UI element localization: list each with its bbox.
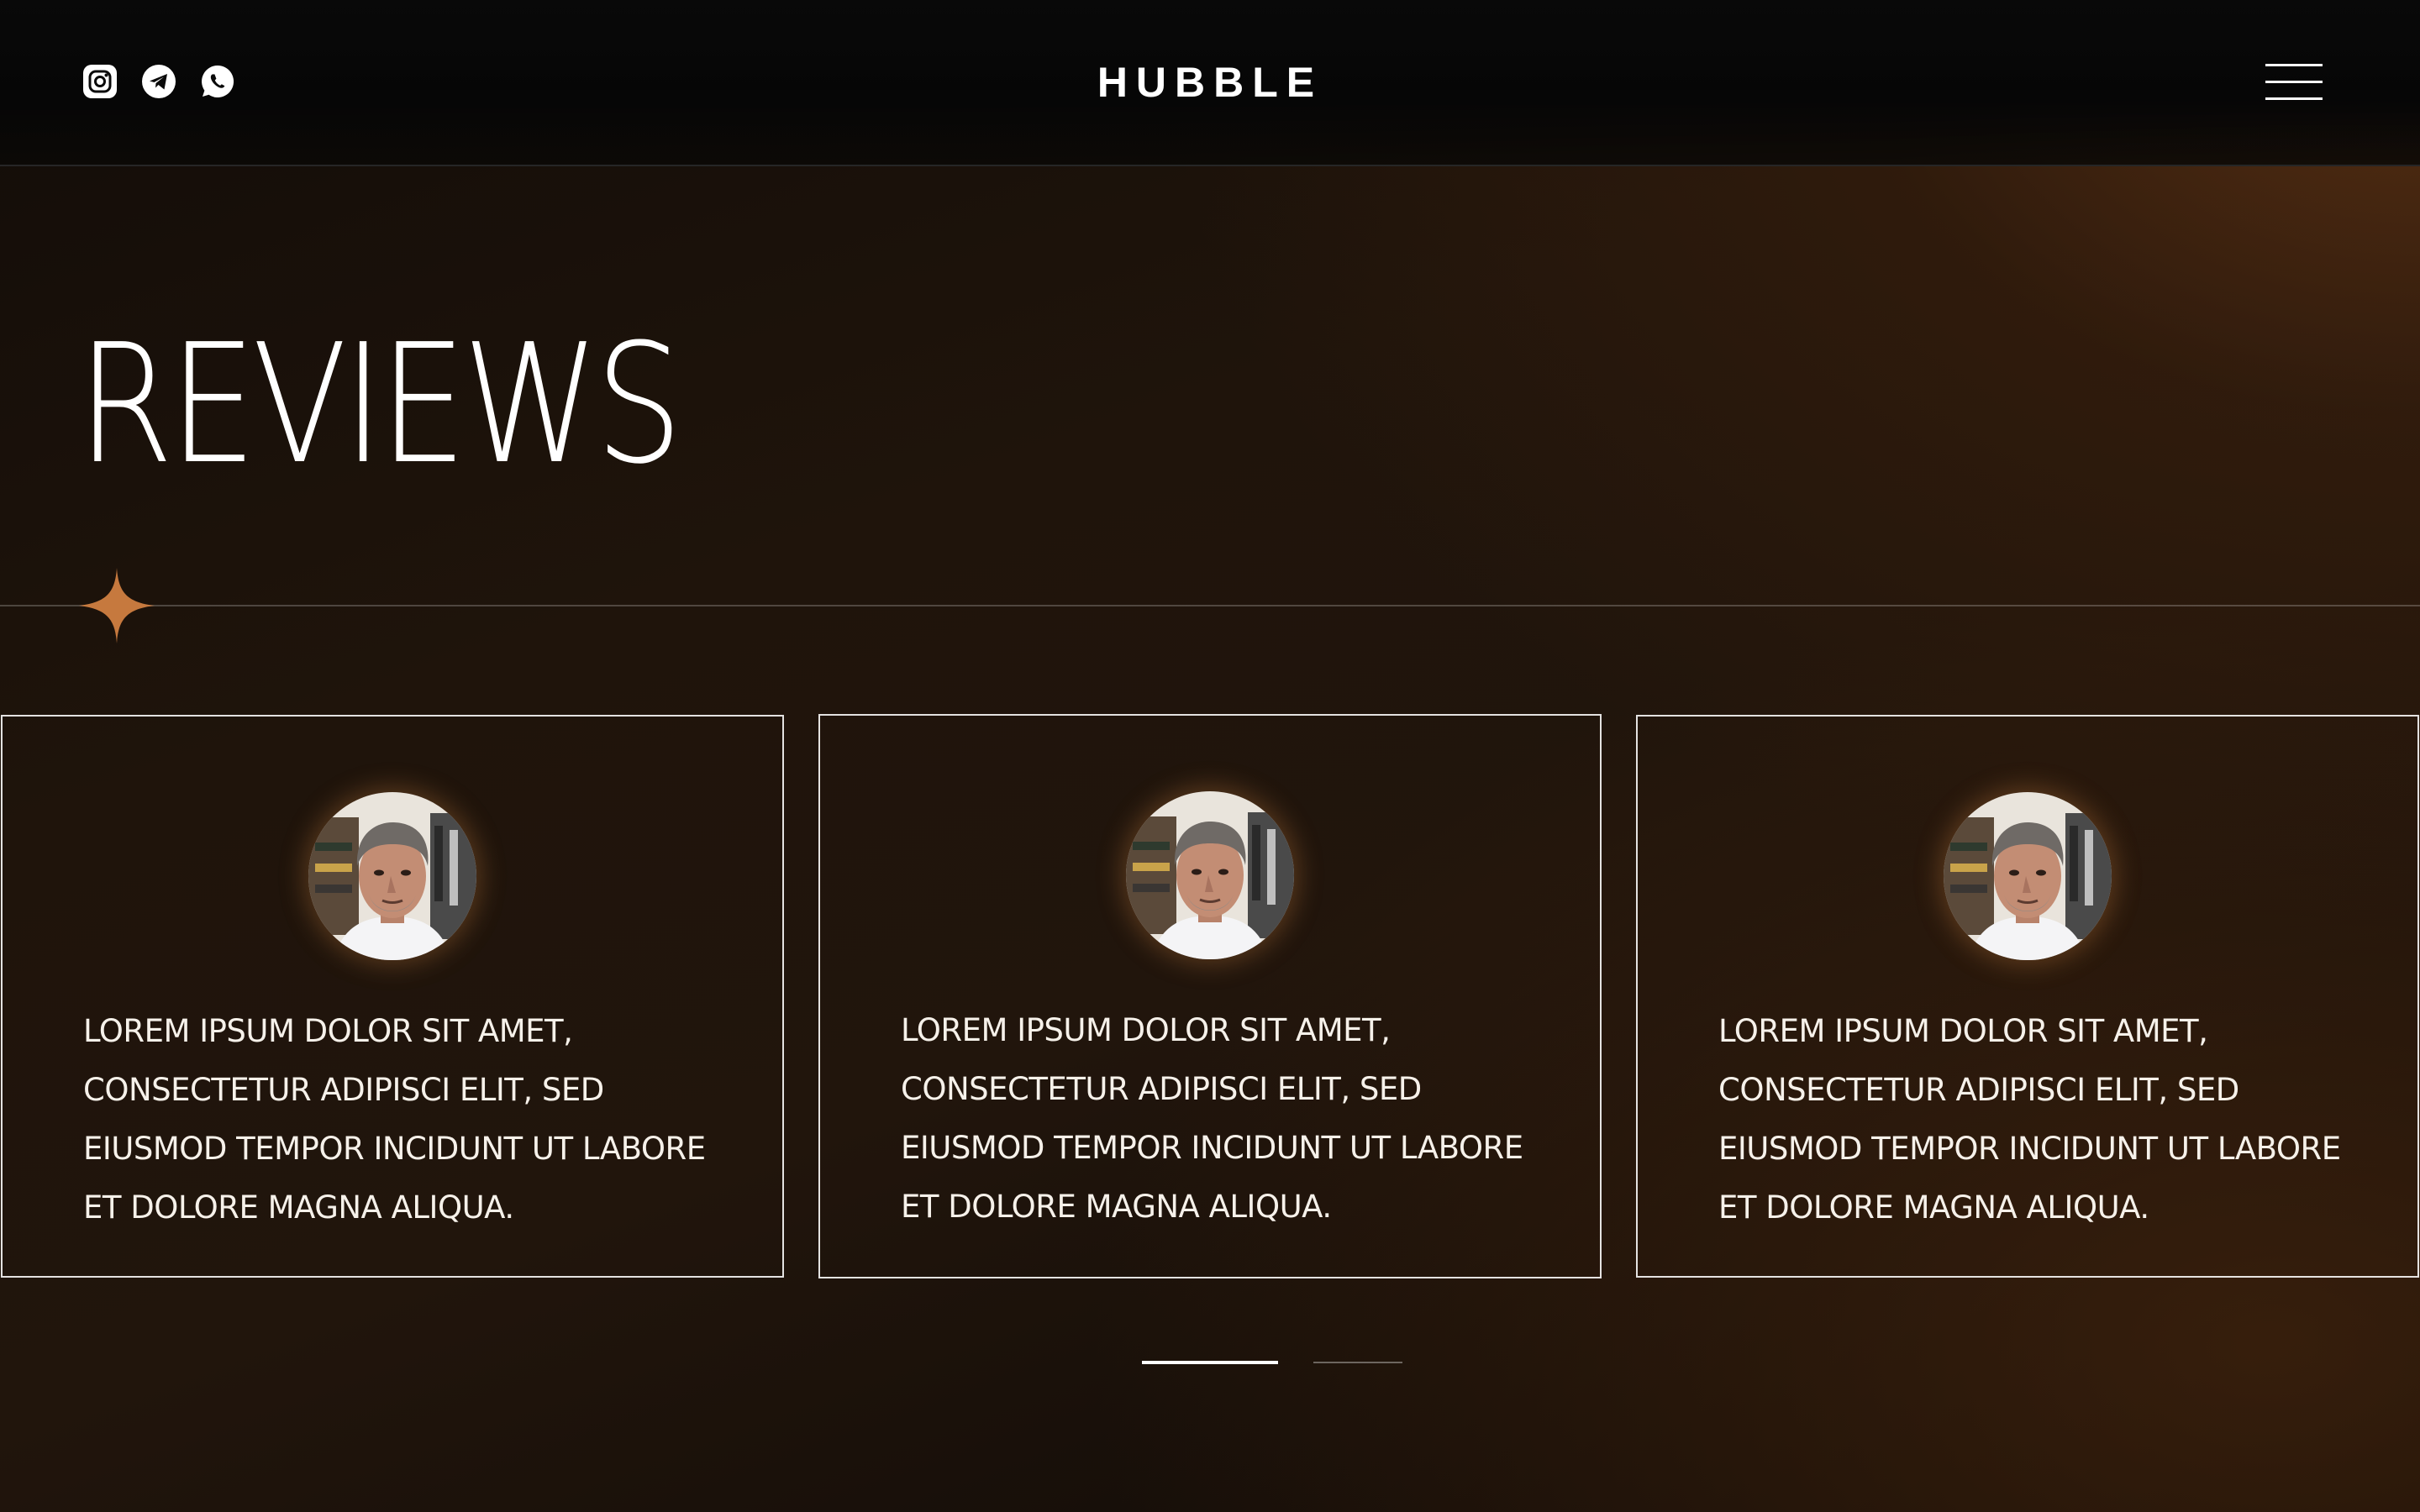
pager-dot-active[interactable] (1142, 1361, 1278, 1364)
reviewer-avatar (1126, 791, 1294, 959)
review-text: LOREM IPSUM DOLOR SIT AMET, CONSECTETUR … (83, 1013, 706, 1226)
pager-dot[interactable] (1313, 1362, 1402, 1363)
reviewer-avatar (308, 792, 476, 960)
site-logo[interactable]: HUBBLE (0, 59, 2420, 106)
sparkle-icon (79, 568, 155, 643)
reviewer-avatar (1944, 792, 2112, 960)
review-text: LOREM IPSUM DOLOR SIT AMET, CONSECTETUR … (1718, 1013, 2341, 1226)
hamburger-menu-icon[interactable] (2265, 62, 2326, 102)
review-card: LOREM IPSUM DOLOR SIT AMET, CONSECTETUR … (818, 714, 1602, 1278)
reviews-page: HUBBLE REVIEWS LOREM IPSUM DOLOR SIT AME… (0, 0, 2420, 1512)
site-header: HUBBLE (0, 0, 2420, 166)
section-divider (0, 605, 2420, 606)
review-text: LOREM IPSUM DOLOR SIT AMET, CONSECTETUR … (901, 1012, 1523, 1225)
review-card: LOREM IPSUM DOLOR SIT AMET, CONSECTETUR … (1, 715, 784, 1278)
review-card: LOREM IPSUM DOLOR SIT AMET, CONSECTETUR … (1636, 715, 2419, 1278)
page-title: REVIEWS (77, 309, 683, 501)
